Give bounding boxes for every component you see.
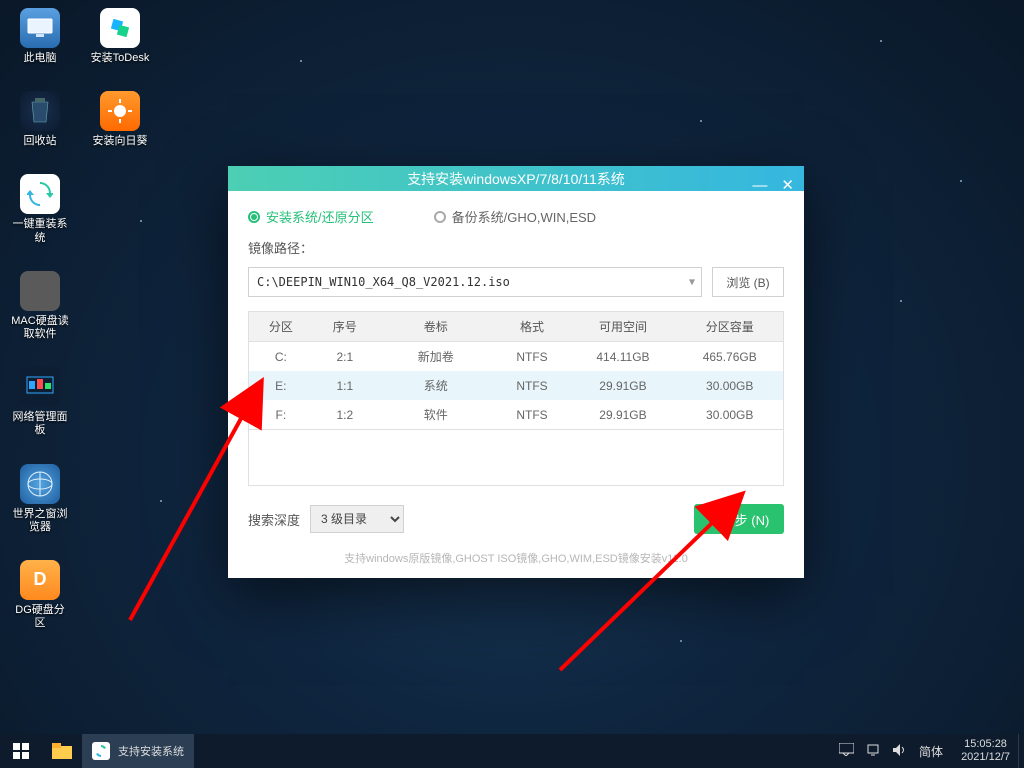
radio-label: 备份系统/GHO,WIN,ESD [452,207,596,226]
taskbar-app-label: 支持安装系统 [118,743,184,759]
desktop-icon-mac-disk[interactable]: MAC硬盘读取软件 [10,271,70,341]
icon-label: DG硬盘分区 [10,604,70,630]
icon-label: 安装向日葵 [93,135,148,148]
image-path-combobox[interactable]: C:\DEEPIN_WIN10_X64_Q8_V2021.12.iso ▼ [248,267,702,297]
table-row[interactable]: E: 1:1 系统 NTFS 29.91GB 30.00GB [249,371,784,400]
minimize-button[interactable]: — [752,177,767,194]
taskbar-app-install[interactable]: 支持安装系统 [82,734,194,768]
icon-label: 网络管理面板 [10,411,70,437]
tray-volume-icon[interactable] [892,743,907,760]
image-path-value: C:\DEEPIN_WIN10_X64_Q8_V2021.12.iso [257,275,510,289]
radio-install-restore[interactable]: 安装系统/还原分区 [248,207,374,226]
icon-label: MAC硬盘读取软件 [10,315,70,341]
desktop-icon-reinstall[interactable]: 一键重装系统 [10,174,70,244]
image-path-label: 镜像路径： [248,238,784,257]
desktop-icon-browser[interactable]: 世界之窗浏览器 [10,464,70,534]
desktop-icon-todesk[interactable]: 安装ToDesk [90,8,150,65]
col-cap: 分区容量 [676,312,783,342]
taskbar: 支持安装系统 简体 15:05:28 2021/12/7 [0,734,1024,768]
tray-network-icon[interactable] [866,743,880,760]
icon-label: 回收站 [24,135,57,148]
desktop-icon-grid: 此电脑 安装ToDesk 回收站 安装向日葵 一键重装系统 MAC硬盘读取软件 … [10,8,150,630]
dialog-title: 支持安装windowsXP/7/8/10/11系统 [407,169,625,189]
desktop-icon-sunflower[interactable]: 安装向日葵 [90,91,150,148]
table-row[interactable]: F: 1:2 软件 NTFS 29.91GB 30.00GB [249,400,784,430]
clock-time: 15:05:28 [961,738,1010,751]
dialog-footnote: 支持windows原版镜像,GHOST ISO镜像,GHO,WIM,ESD镜像安… [248,550,784,566]
close-button[interactable]: ✕ [781,176,794,194]
taskbar-explorer[interactable] [42,734,82,768]
clock-date: 2021/12/7 [961,751,1010,764]
radio-label: 安装系统/还原分区 [266,207,374,226]
radio-dot-icon [248,211,260,223]
col-part: 分区 [249,312,313,342]
browse-button[interactable]: 浏览 (B) [712,267,784,297]
col-fmt: 格式 [495,312,570,342]
search-depth-select[interactable]: 3 级目录 [310,505,404,533]
taskbar-clock[interactable]: 15:05:28 2021/12/7 [953,738,1018,763]
table-empty-area [248,430,784,486]
install-dialog: 支持安装windowsXP/7/8/10/11系统 — ✕ 安装系统/还原分区 … [228,166,804,578]
search-depth-label: 搜索深度 [248,510,300,529]
desktop-icon-this-pc[interactable]: 此电脑 [10,8,70,65]
tray-action-center-icon[interactable] [839,743,854,759]
partition-table: 分区 序号 卷标 格式 可用空间 分区容量 C: 2:1 新加卷 NTFS 41… [248,311,784,430]
system-tray: 简体 [829,743,953,760]
show-desktop-button[interactable] [1018,734,1024,768]
radio-backup[interactable]: 备份系统/GHO,WIN,ESD [434,207,596,226]
next-button[interactable]: 下一步 (N) [694,504,784,534]
icon-label: 世界之窗浏览器 [10,508,70,534]
col-vol: 卷标 [377,312,495,342]
icon-label: 此电脑 [24,52,57,65]
desktop-icon-net-panel[interactable]: 网络管理面板 [10,367,70,437]
tray-ime[interactable]: 简体 [919,743,943,760]
dialog-titlebar: 支持安装windowsXP/7/8/10/11系统 — ✕ [228,166,804,191]
desktop-icon-recycle-bin[interactable]: 回收站 [10,91,70,148]
desktop-icon-dg[interactable]: D DG硬盘分区 [10,560,70,630]
col-free: 可用空间 [569,312,676,342]
icon-label: 一键重装系统 [10,218,70,244]
col-seq: 序号 [313,312,377,342]
start-button[interactable] [0,734,42,768]
icon-label: 安装ToDesk [91,52,150,65]
table-row[interactable]: C: 2:1 新加卷 NTFS 414.11GB 465.76GB [249,342,784,372]
radio-dot-icon [434,211,446,223]
chevron-down-icon: ▼ [689,277,695,288]
